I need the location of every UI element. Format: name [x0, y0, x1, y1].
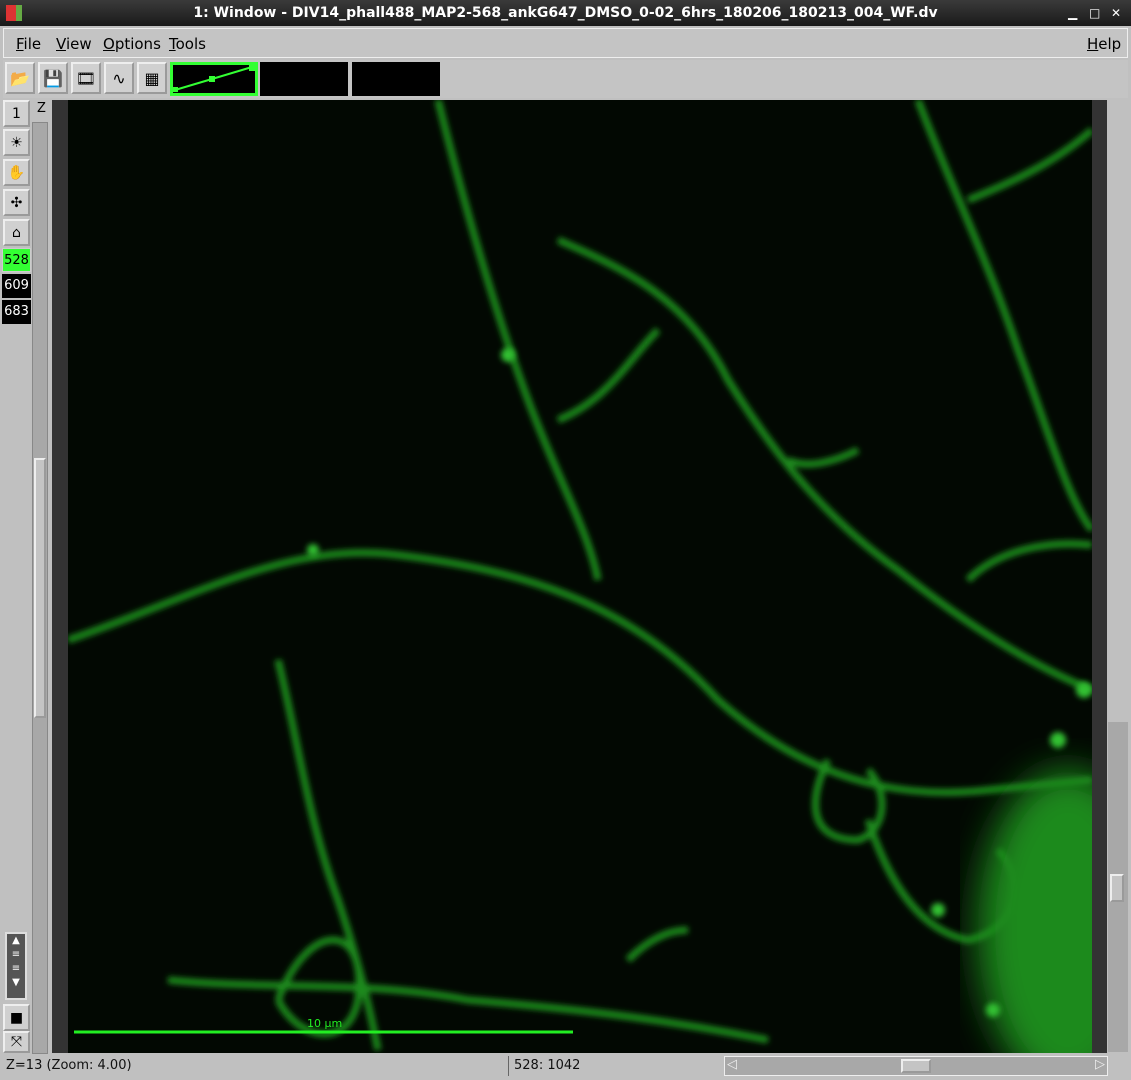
menu-tools[interactable]: Tools: [169, 35, 206, 53]
waveform-icon: ∿: [112, 68, 126, 88]
lut-channel-1[interactable]: [170, 62, 258, 96]
center-button[interactable]: ✣: [3, 189, 30, 216]
z-scrollbar[interactable]: [32, 122, 48, 1054]
app-icon: [6, 5, 22, 21]
scroll-right-icon[interactable]: ▷: [1095, 1057, 1105, 1072]
stop-button[interactable]: ■: [3, 1004, 30, 1031]
scale-bar-label: 10 µm: [307, 1017, 343, 1030]
lut-curve-icon: [173, 65, 255, 92]
save-button[interactable]: 💾: [38, 62, 68, 94]
open-icon: 📂: [10, 68, 30, 88]
window-title: 1: Window - DIV14_phall488_MAP2-568_ankG…: [193, 5, 938, 21]
title-bar: 1: Window - DIV14_phall488_MAP2-568_ankG…: [0, 0, 1131, 26]
home-button[interactable]: ⌂: [3, 219, 30, 246]
toolbar: 📂 💾 🎞 ∿ ▦: [3, 60, 1128, 98]
status-z-zoom: Z=13 (Zoom: 4.00): [6, 1058, 132, 1073]
z-label: Z: [37, 101, 46, 116]
channel-683[interactable]: 683: [2, 300, 31, 324]
fluorescence-image: [68, 100, 1092, 1053]
menu-file[interactable]: File: [16, 35, 41, 53]
menu-view[interactable]: View: [56, 35, 92, 53]
menu-help[interactable]: Help: [1087, 35, 1121, 53]
close-button[interactable]: ✕: [1111, 0, 1121, 26]
channel-609[interactable]: 609: [2, 274, 31, 298]
menu-bar: File View Options Tools Help: [3, 28, 1128, 58]
vertical-scrollbar-thumb[interactable]: [1110, 874, 1124, 902]
minimize-button[interactable]: ▁: [1068, 0, 1077, 26]
status-coords: 528: 1042: [508, 1056, 580, 1076]
table-button[interactable]: ▦: [137, 62, 167, 94]
channel-528[interactable]: 528: [2, 248, 31, 272]
maximize-button[interactable]: □: [1089, 0, 1100, 26]
brightness-icon: ☀: [10, 134, 23, 151]
horizontal-scrollbar[interactable]: ◁ ▷: [724, 1056, 1108, 1076]
home-icon: ⌂: [12, 224, 21, 241]
image-viewport[interactable]: 10 µm: [52, 100, 1107, 1053]
horizontal-scrollbar-thumb[interactable]: [901, 1059, 931, 1073]
brightness-button[interactable]: ☀: [3, 129, 30, 156]
view-number-button[interactable]: 1: [3, 100, 30, 127]
fit-button[interactable]: ⤧: [3, 1031, 30, 1053]
center-icon: ✣: [10, 194, 23, 211]
z-step-slider[interactable]: ▲ ≡ ≡ ▼: [5, 932, 27, 1000]
table-icon: ▦: [144, 68, 160, 88]
pan-button[interactable]: ✋: [3, 159, 30, 186]
hand-icon: ✋: [7, 164, 26, 181]
open-button[interactable]: 📂: [5, 62, 35, 94]
z-scrollbar-thumb[interactable]: [34, 458, 46, 718]
menu-options[interactable]: Options: [103, 35, 161, 53]
expand-icon: ⤧: [10, 1034, 23, 1050]
scroll-left-icon[interactable]: ◁: [727, 1057, 737, 1072]
waveform-button[interactable]: ∿: [104, 62, 134, 94]
movie-icon: 🎞: [75, 68, 97, 88]
lut-channel-3[interactable]: [352, 62, 440, 96]
vertical-scrollbar[interactable]: [1108, 722, 1128, 1052]
movie-button[interactable]: 🎞: [71, 62, 101, 94]
lut-channel-2[interactable]: [260, 62, 348, 96]
stop-icon: ■: [9, 1009, 24, 1026]
save-icon: 💾: [43, 68, 63, 88]
view-number: 1: [12, 105, 21, 122]
